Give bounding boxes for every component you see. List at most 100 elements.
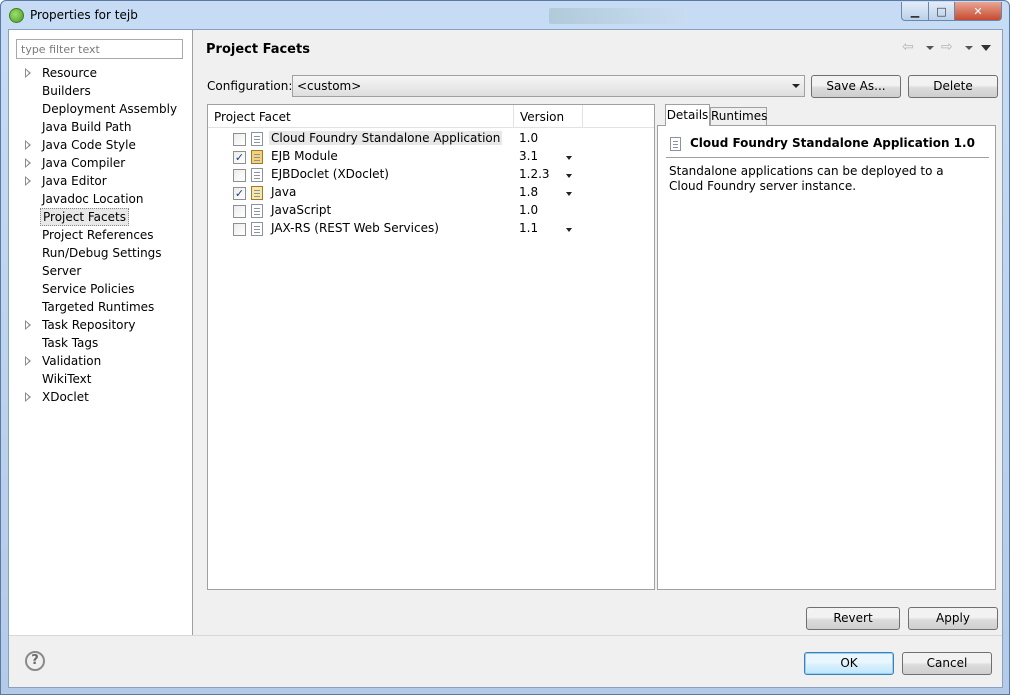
facet-name: Cloud Foundry Standalone Application (269, 131, 503, 145)
tree-item-task-tags[interactable]: Task Tags (9, 334, 192, 352)
tree-item-label: Task Tags (42, 336, 99, 350)
minimize-icon: ▁ (910, 4, 920, 18)
column-divider (582, 105, 583, 127)
apply-button[interactable]: Apply (908, 607, 998, 630)
facet-checkbox[interactable] (233, 205, 246, 218)
version-dropdown-icon[interactable] (566, 156, 572, 160)
table-row[interactable]: JAX-RS (REST Web Services) 1.1 (208, 220, 654, 238)
tree-item-label: Java Build Path (42, 120, 132, 134)
tree-item-resource[interactable]: Resource (9, 64, 192, 82)
table-row[interactable]: ✓ Java 1.8 (208, 184, 654, 202)
facet-page-icon (251, 204, 263, 218)
facet-version[interactable]: 3.1 (519, 149, 538, 163)
facet-name: JavaScript (271, 203, 332, 217)
tree-item-label: Builders (42, 84, 91, 98)
expand-arrow-fill (26, 322, 29, 328)
table-header: Project Facet Version (208, 105, 654, 128)
tree-item-deployment-assembly[interactable]: Deployment Assembly (9, 100, 192, 118)
tree-item-builders[interactable]: Builders (9, 82, 192, 100)
chevron-down-icon (792, 84, 800, 88)
table-row[interactable]: Cloud Foundry Standalone Application 1.0 (208, 130, 654, 148)
tree-item-java-editor[interactable]: Java Editor (9, 172, 192, 190)
tree-item-task-repository[interactable]: Task Repository (9, 316, 192, 334)
facet-name: JAX-RS (REST Web Services) (271, 221, 439, 235)
tree-item-wikitext[interactable]: WikiText (9, 370, 192, 388)
column-header-project-facet[interactable]: Project Facet (214, 110, 291, 124)
tree-item-label: Resource (42, 66, 98, 80)
table-row[interactable]: EJBDoclet (XDoclet) 1.2.3 (208, 166, 654, 184)
delete-button[interactable]: Delete (908, 75, 998, 98)
save-as-button[interactable]: Save As... (811, 75, 901, 98)
maximize-button[interactable]: □ (928, 2, 955, 21)
configuration-label: Configuration: (207, 79, 293, 93)
facet-version[interactable]: 1.1 (519, 221, 538, 235)
facet-page-icon (251, 222, 263, 236)
facet-version: 1.0 (519, 131, 539, 145)
tree-item-javadoc-location[interactable]: Javadoc Location (9, 190, 192, 208)
ejb-facet-icon (251, 150, 263, 164)
cancel-button[interactable]: Cancel (902, 652, 992, 675)
tree-item-run-debug-settings[interactable]: Run/Debug Settings (9, 244, 192, 262)
table-row[interactable]: ✓ EJB Module 3.1 (208, 148, 654, 166)
version-dropdown-icon[interactable] (566, 192, 572, 196)
tree-item-project-references[interactable]: Project References (9, 226, 192, 244)
facet-page-icon (670, 137, 681, 151)
forward-arrow-icon[interactable]: ⇨ (941, 39, 953, 55)
facet-name: EJB Module (271, 149, 338, 163)
tree-item-label: Task Repository (42, 318, 136, 332)
forward-history-dropdown-icon[interactable] (965, 46, 973, 50)
facet-checkbox[interactable]: ✓ (233, 151, 246, 164)
maximize-icon: □ (936, 4, 947, 18)
configuration-select[interactable]: <custom> (292, 75, 805, 97)
tree-item-project-facets[interactable]: Project Facets (9, 208, 192, 226)
revert-button[interactable]: Revert (806, 607, 900, 630)
spring-app-icon (9, 8, 24, 23)
facet-version: 1.0 (519, 203, 539, 217)
tree-item-java-build-path[interactable]: Java Build Path (9, 118, 192, 136)
tree-item-validation[interactable]: Validation (9, 352, 192, 370)
version-dropdown-icon[interactable] (566, 174, 572, 178)
dialog-client-area: Resource Builders Deployment Assembly Java … (8, 29, 1003, 688)
facet-version[interactable]: 1.2.3 (519, 167, 550, 181)
tree-item-server[interactable]: Server (9, 262, 192, 280)
tree-item-xdoclet[interactable]: XDoclet (9, 388, 192, 406)
facet-checkbox[interactable] (233, 133, 246, 146)
tree-item-label: Service Policies (42, 282, 135, 296)
tree-item-targeted-runtimes[interactable]: Targeted Runtimes (9, 298, 192, 316)
facet-name: Java (271, 185, 297, 199)
properties-window: Properties for tejb ▁ □ ✕ Resource Builde… (0, 0, 1010, 695)
details-divider (666, 157, 989, 158)
tree-item-label: Javadoc Location (42, 192, 144, 206)
facet-version[interactable]: 1.8 (519, 185, 538, 199)
view-menu-icon[interactable] (981, 45, 991, 51)
facet-checkbox[interactable]: ✓ (233, 187, 246, 200)
tree-item-label: Run/Debug Settings (42, 246, 162, 260)
facet-checkbox[interactable] (233, 223, 246, 236)
tree-item-service-policies[interactable]: Service Policies (9, 280, 192, 298)
ok-button[interactable]: OK (804, 652, 894, 675)
tab-details[interactable]: Details (665, 104, 710, 126)
facet-page-icon (251, 168, 263, 182)
minimize-button[interactable]: ▁ (901, 2, 929, 21)
version-dropdown-icon[interactable] (566, 228, 572, 232)
page-title: Project Facets (206, 42, 310, 57)
tree-item-label: Java Code Style (42, 138, 136, 152)
title-bar[interactable]: Properties for tejb ▁ □ ✕ (1, 1, 1009, 29)
tree-item-label: Validation (42, 354, 102, 368)
close-icon: ✕ (973, 4, 983, 18)
column-header-version[interactable]: Version (520, 110, 564, 124)
close-button[interactable]: ✕ (954, 2, 1002, 21)
tree-item-java-compiler[interactable]: Java Compiler (9, 154, 192, 172)
back-arrow-icon[interactable]: ⇦ (902, 39, 914, 55)
tree-item-java-code-style[interactable]: Java Code Style (9, 136, 192, 154)
back-history-dropdown-icon[interactable] (926, 46, 934, 50)
background-window-ghost (549, 8, 687, 24)
tab-runtimes[interactable]: Runtimes (710, 107, 767, 126)
facet-checkbox[interactable] (233, 169, 246, 182)
help-icon[interactable]: ? (25, 651, 45, 671)
filter-input[interactable] (16, 39, 183, 59)
java-facet-icon (251, 186, 263, 200)
tree-item-label: Server (42, 264, 82, 278)
table-row[interactable]: JavaScript 1.0 (208, 202, 654, 220)
expand-arrow-fill (26, 358, 29, 364)
